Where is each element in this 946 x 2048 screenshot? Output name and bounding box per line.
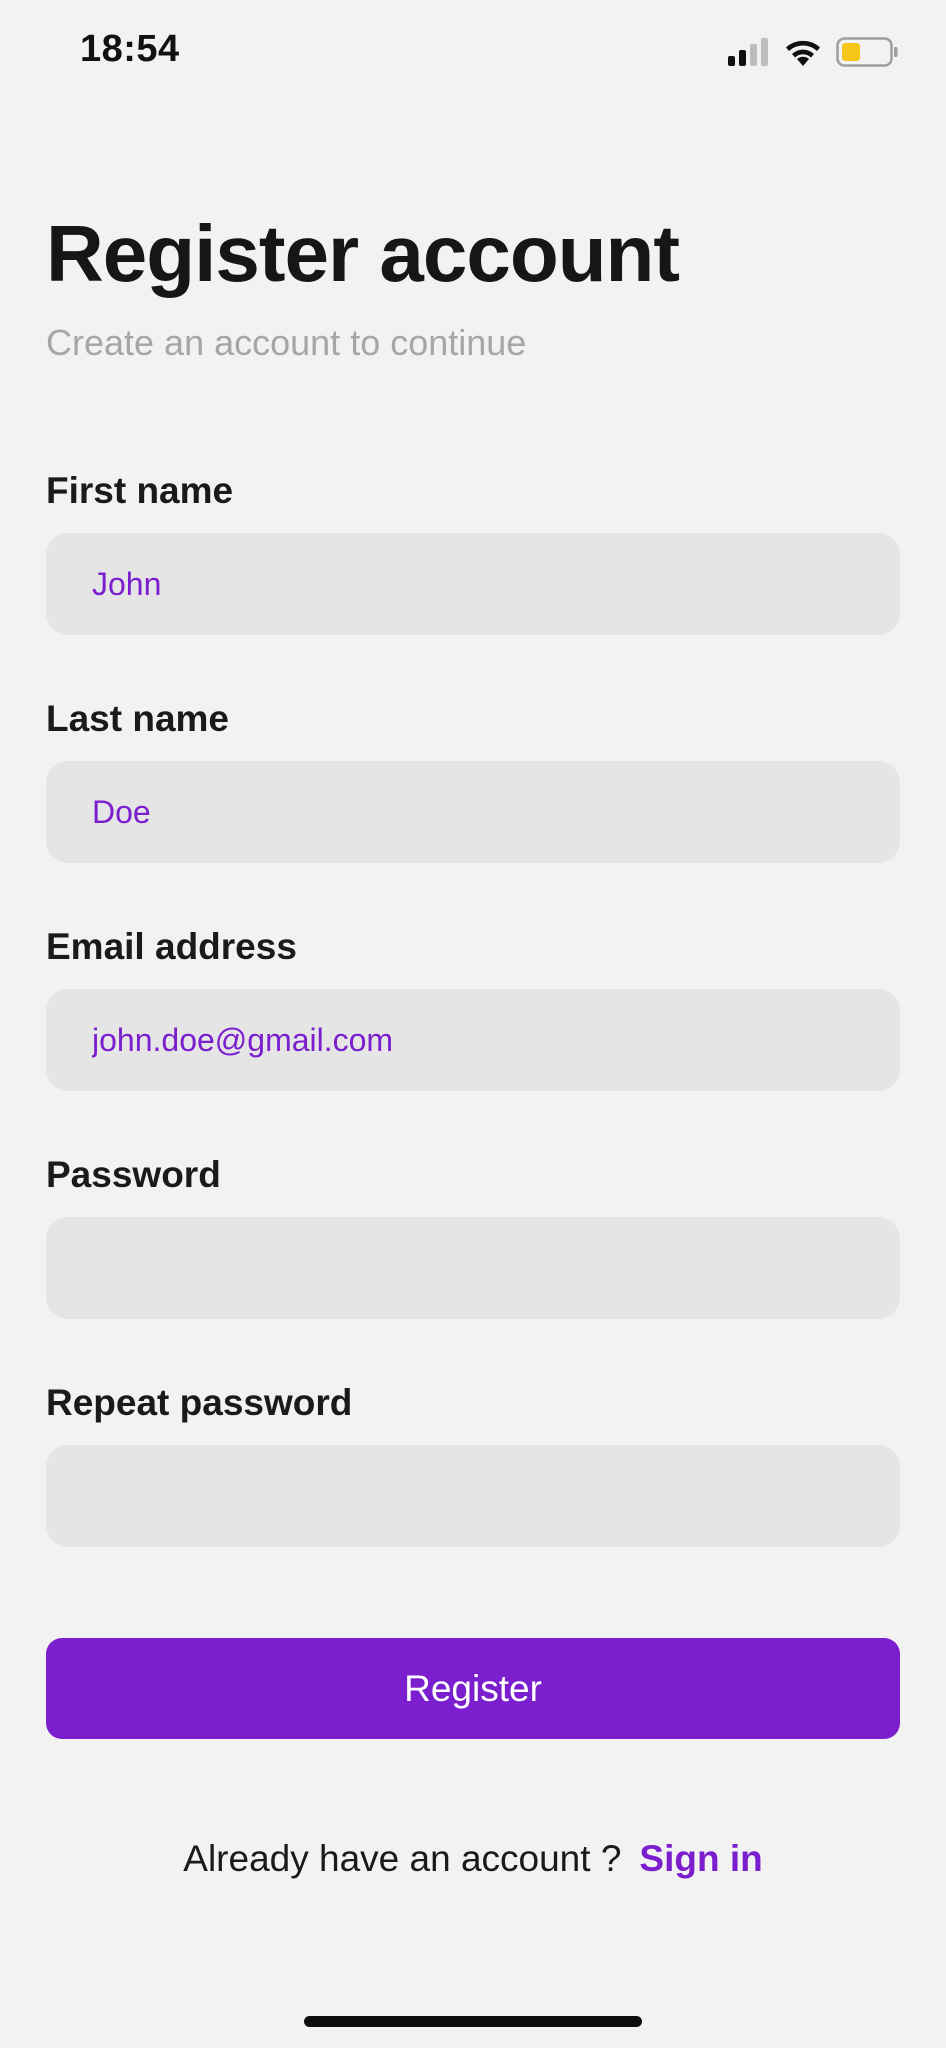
last-name-input[interactable] bbox=[46, 761, 900, 863]
home-indicator[interactable] bbox=[304, 2016, 642, 2027]
first-name-label: First name bbox=[46, 470, 234, 511]
signin-link[interactable]: Sign in bbox=[639, 1838, 762, 1879]
email-label: Email address bbox=[46, 926, 297, 967]
status-time: 18:54 bbox=[80, 28, 180, 70]
password-input[interactable] bbox=[46, 1217, 900, 1319]
status-icons bbox=[728, 34, 898, 70]
signin-prompt: Already have an account ? bbox=[183, 1838, 622, 1879]
wifi-icon bbox=[784, 37, 822, 67]
battery-icon bbox=[836, 37, 898, 67]
email-input[interactable] bbox=[46, 989, 900, 1091]
last-name-label: Last name bbox=[46, 698, 230, 739]
repeat-password-label: Repeat password bbox=[46, 1382, 353, 1423]
status-bar: 18:54 bbox=[0, 0, 946, 100]
page-subtitle: Create an account to continue bbox=[46, 322, 527, 363]
signin-row: Already have an account ? Sign in bbox=[0, 1838, 946, 1880]
page-title: Register account bbox=[46, 209, 680, 298]
register-button[interactable]: Register bbox=[46, 1638, 900, 1739]
signal-icon bbox=[728, 38, 770, 66]
password-label: Password bbox=[46, 1154, 221, 1195]
first-name-input[interactable] bbox=[46, 533, 900, 635]
repeat-password-input[interactable] bbox=[46, 1445, 900, 1547]
